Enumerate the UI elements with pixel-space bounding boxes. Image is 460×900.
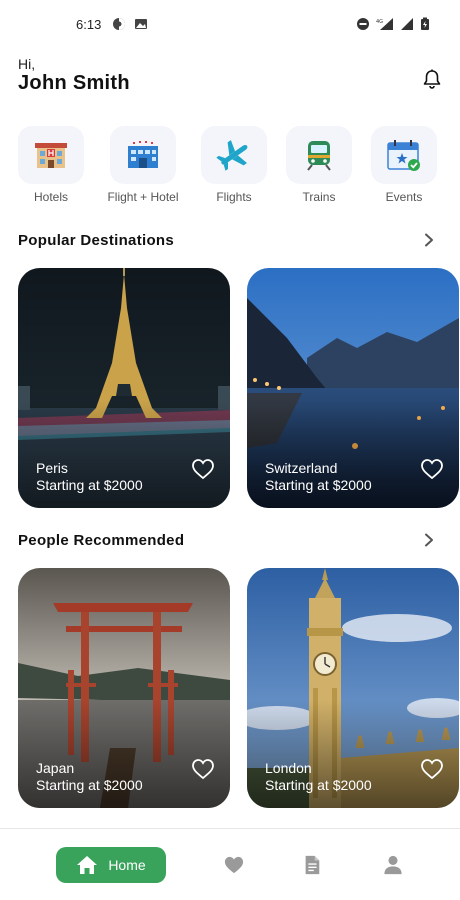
nav-home-label: Home bbox=[108, 857, 146, 873]
destination-name: Peris bbox=[36, 460, 68, 476]
category-row: Hotels Flight + Hotel Flights Trains Eve… bbox=[0, 126, 460, 206]
status-bar: 6:13 4G bbox=[0, 0, 460, 50]
category-events[interactable]: Events bbox=[362, 126, 446, 204]
destination-price: Starting at $2000 bbox=[36, 777, 143, 793]
destination-price: Starting at $2000 bbox=[36, 477, 143, 493]
category-trains[interactable]: Trains bbox=[277, 126, 361, 204]
battery-icon bbox=[421, 17, 429, 30]
svg-text:4G: 4G bbox=[376, 19, 383, 25]
destination-card-switzerland[interactable]: Switzerland Starting at $2000 bbox=[247, 268, 459, 508]
notification-bell-icon[interactable] bbox=[421, 68, 443, 90]
favorite-heart-icon[interactable] bbox=[420, 758, 444, 780]
home-icon bbox=[77, 856, 98, 874]
do-not-disturb-icon bbox=[357, 18, 369, 30]
airplane-icon bbox=[216, 140, 248, 171]
nav-document-icon[interactable] bbox=[303, 855, 321, 875]
favorite-heart-icon[interactable] bbox=[191, 458, 215, 480]
category-label: Flights bbox=[216, 190, 252, 204]
flight-hotel-icon bbox=[128, 141, 158, 168]
destination-price: Starting at $2000 bbox=[265, 477, 372, 493]
category-flight-hotel[interactable]: Flight + Hotel bbox=[101, 126, 185, 204]
user-name: John Smith bbox=[18, 72, 130, 94]
category-hotels[interactable]: Hotels bbox=[9, 126, 93, 204]
greeting-text: Hi, bbox=[18, 56, 36, 72]
train-icon bbox=[307, 141, 331, 171]
nav-profile-icon[interactable] bbox=[382, 855, 404, 875]
image-notification-icon bbox=[135, 19, 147, 29]
chevron-right-icon[interactable] bbox=[424, 533, 434, 547]
category-flights[interactable]: Flights bbox=[192, 126, 276, 204]
favorite-heart-icon[interactable] bbox=[420, 458, 444, 480]
destination-card-japan[interactable]: Japan Starting at $2000 bbox=[18, 568, 230, 808]
people-recommended-title: People Recommended bbox=[18, 532, 185, 549]
category-label: Events bbox=[385, 190, 423, 204]
destination-name: London bbox=[265, 760, 312, 776]
wifi-signal-icon bbox=[401, 18, 413, 30]
hotel-icon bbox=[35, 143, 67, 168]
calendar-event-icon bbox=[387, 140, 420, 171]
destination-card-london[interactable]: London Starting at $2000 bbox=[247, 568, 459, 808]
destination-card-paris[interactable]: Peris Starting at $2000 bbox=[18, 268, 230, 508]
app-notification-icon bbox=[113, 18, 125, 30]
nav-favorites-heart-icon[interactable] bbox=[223, 855, 245, 875]
category-label: Trains bbox=[302, 190, 336, 204]
nav-home-button[interactable]: Home bbox=[56, 847, 166, 883]
favorite-heart-icon[interactable] bbox=[191, 758, 215, 780]
destination-name: Japan bbox=[36, 760, 75, 776]
category-label: Hotels bbox=[33, 190, 68, 204]
category-label: Flight + Hotel bbox=[107, 190, 179, 204]
status-time: 6:13 bbox=[76, 17, 102, 32]
destination-price: Starting at $2000 bbox=[265, 777, 372, 793]
mobile-signal-icon: 4G bbox=[376, 18, 393, 30]
bottom-navigation: Home bbox=[0, 828, 460, 900]
destination-name: Switzerland bbox=[265, 460, 338, 476]
popular-destinations-title: Popular Destinations bbox=[18, 232, 175, 249]
chevron-right-icon[interactable] bbox=[424, 233, 434, 247]
